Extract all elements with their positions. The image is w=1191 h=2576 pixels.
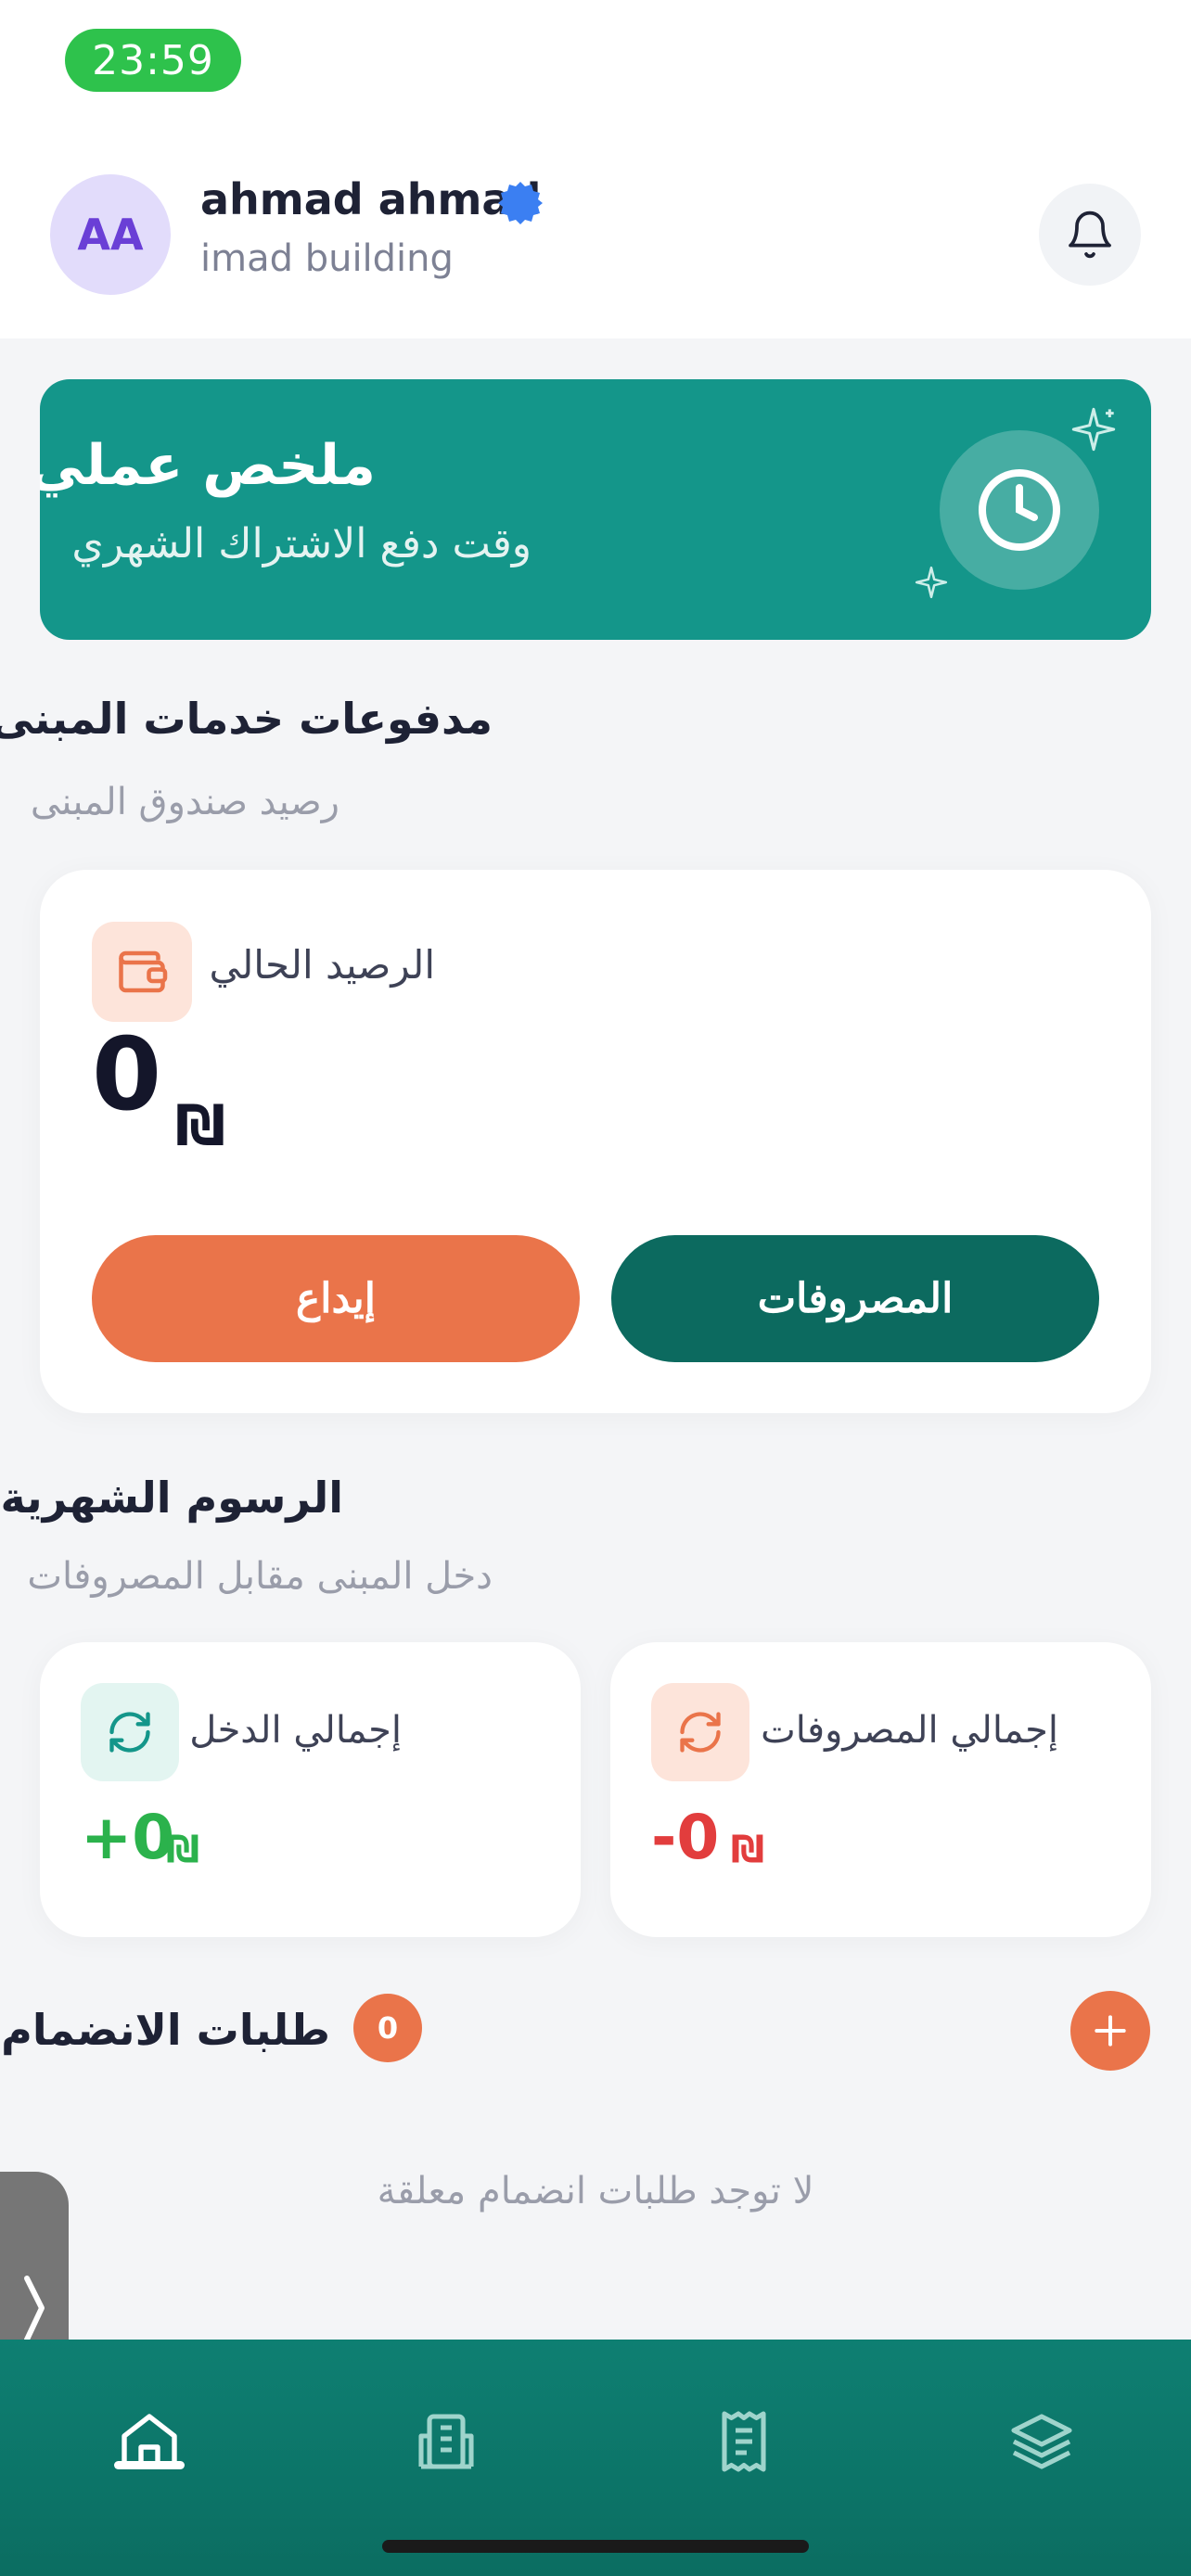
home-indicator <box>382 2540 809 2553</box>
plus-icon <box>1095 2015 1126 2047</box>
sparkle-icon <box>1071 407 1116 452</box>
nav-active-indicator <box>114 2461 185 2469</box>
header: AA ahmad ahmad imad building <box>0 139 1191 338</box>
notifications-button[interactable] <box>1039 184 1141 286</box>
summary-title: ملخص عملي <box>40 433 376 498</box>
layers-icon <box>1011 2414 1072 2469</box>
sparkle-icon <box>915 566 948 599</box>
nav-building[interactable] <box>391 2386 502 2497</box>
add-join-request-button[interactable] <box>1070 1991 1150 2071</box>
bell-icon <box>1069 210 1111 259</box>
receipt-icon <box>722 2411 766 2472</box>
expenses-currency: ₪ <box>731 1829 765 1871</box>
building-name: imad building <box>200 237 454 280</box>
refresh-icon <box>109 1712 150 1753</box>
total-expenses-label: إجمالي المصروفات <box>761 1709 1058 1752</box>
clock-badge <box>940 430 1099 590</box>
income-currency: ₪ <box>166 1829 200 1871</box>
expenses-button[interactable]: المصروفات <box>611 1235 1099 1362</box>
status-time: 23:59 <box>65 29 241 92</box>
building-icon <box>418 2414 474 2469</box>
status-bar: 23:59 <box>0 0 1191 139</box>
wallet-icon <box>119 950 168 993</box>
join-requests-title: طلبات الانضمام <box>1 2005 330 2055</box>
verified-badge-icon <box>498 182 543 224</box>
join-requests-empty-state: لا توجد طلبات انضمام معلقة <box>377 2170 814 2213</box>
total-income-value: +0 <box>81 1802 175 1873</box>
currency-symbol: ₪ <box>175 1093 226 1158</box>
join-requests-count-badge: 0 <box>353 1994 422 2062</box>
work-summary-card[interactable]: ملخص عملي وقت دفع الاشتراك الشهري <box>40 379 1151 640</box>
summary-subtitle: وقت دفع الاشتراك الشهري <box>71 520 531 567</box>
income-icon-box <box>81 1683 179 1781</box>
balance-value: 0 <box>92 1017 162 1133</box>
monthly-fees-subtitle: دخل المبنى مقابل المصروفات <box>27 1555 493 1598</box>
bottom-navigation <box>0 2340 1191 2576</box>
total-expenses-value: -0 <box>651 1802 720 1873</box>
wallet-icon-box <box>92 922 192 1022</box>
avatar[interactable]: AA <box>50 174 171 295</box>
total-income-card[interactable]: إجمالي الدخل +0 ₪ <box>40 1642 581 1937</box>
payments-section-subtitle: رصيد صندوق المبنى <box>30 781 339 823</box>
nav-receipt[interactable] <box>688 2386 800 2497</box>
refresh-icon <box>680 1712 721 1753</box>
expenses-icon-box <box>651 1683 749 1781</box>
nav-layers[interactable] <box>986 2386 1097 2497</box>
balance-card: الرصيد الحالي 0 ₪ المصروفات إيداع <box>40 870 1151 1413</box>
monthly-fees-title: الرسوم الشهرية <box>0 1473 343 1523</box>
nav-home[interactable] <box>94 2386 205 2497</box>
balance-label: الرصيد الحالي <box>209 942 435 988</box>
total-expenses-card[interactable]: إجمالي المصروفات -0 ₪ <box>610 1642 1151 1937</box>
payments-section-title: مدفوعات خدمات المبنى <box>0 694 493 744</box>
user-name: ahmad ahmad <box>200 174 542 224</box>
clock-icon <box>979 469 1060 551</box>
total-income-label: إجمالي الدخل <box>189 1709 402 1752</box>
chevron-right-icon <box>24 2275 45 2342</box>
deposit-button[interactable]: إيداع <box>92 1235 580 1362</box>
